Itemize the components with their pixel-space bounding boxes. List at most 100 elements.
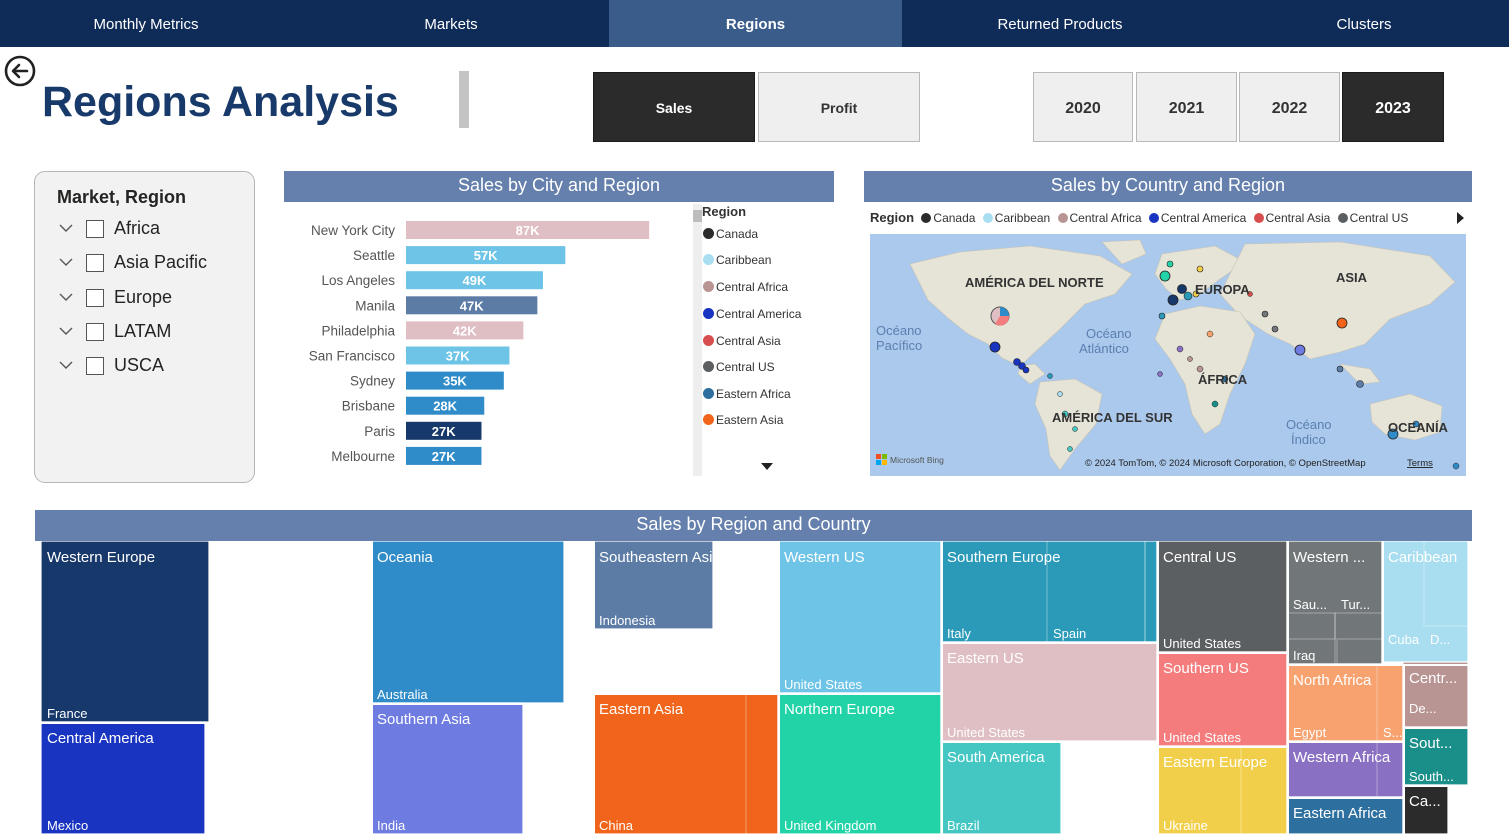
legend-dot bbox=[703, 228, 714, 239]
treemap-gutter bbox=[593, 693, 778, 695]
legend-item-caribbean[interactable]: Caribbean bbox=[703, 252, 771, 268]
treemap-country-label: Spain bbox=[1053, 626, 1086, 641]
legend-label: Eastern Africa bbox=[716, 387, 791, 401]
legend-item-central-us[interactable]: Central US bbox=[703, 359, 775, 375]
slicer-item-label: Asia Pacific bbox=[114, 252, 208, 272]
slicer-item-latam[interactable]: LATAM bbox=[57, 320, 247, 348]
map-legend-item-central-asia[interactable]: Central Asia bbox=[1253, 211, 1330, 225]
profit-button[interactable]: Profit bbox=[758, 72, 920, 142]
bar-data-label: 28K bbox=[433, 399, 457, 414]
legend-item-central-america[interactable]: Central America bbox=[703, 306, 801, 322]
sales-world-map[interactable]: AMÉRICA DEL NORTE EUROPA ASIA ÁFRICA AMÉ… bbox=[870, 234, 1466, 476]
year-2021-button[interactable]: 2021 bbox=[1136, 72, 1237, 142]
legend-scrollbar[interactable] bbox=[693, 204, 702, 476]
treemap-country-label: Brazil bbox=[947, 818, 980, 833]
treemap-country-label: S... bbox=[1383, 725, 1403, 740]
map-legend-item-caribbean[interactable]: Caribbean bbox=[982, 211, 1050, 225]
map-legend-item-central-africa[interactable]: Central Africa bbox=[1057, 211, 1142, 225]
map-terms-link[interactable]: Terms bbox=[1407, 458, 1433, 469]
treemap-region-label: Oceania bbox=[377, 549, 434, 566]
bar-category-label: Philadelphia bbox=[321, 323, 395, 338]
treemap-leaf[interactable] bbox=[209, 541, 370, 674]
year-2023-button[interactable]: 2023 bbox=[1342, 72, 1444, 142]
map-legend-item-canada[interactable]: Canada bbox=[921, 211, 975, 225]
map-legend-item-central-us[interactable]: Central US bbox=[1337, 211, 1408, 225]
chevron-down-icon[interactable] bbox=[59, 359, 73, 371]
treemap-region-label: Western Africa bbox=[1293, 749, 1391, 766]
treemap-gutter bbox=[1403, 785, 1468, 787]
checkbox[interactable] bbox=[86, 254, 104, 272]
slicer-item-europe[interactable]: Europe bbox=[57, 286, 247, 314]
checkbox[interactable] bbox=[86, 323, 104, 341]
tab-returned-products[interactable]: Returned Products bbox=[914, 0, 1206, 47]
slicer-item-africa[interactable]: Africa bbox=[57, 217, 247, 245]
chevron-down-icon[interactable] bbox=[59, 325, 73, 337]
bar-category-label: Los Angeles bbox=[321, 273, 395, 288]
treemap-country-label: India bbox=[377, 818, 406, 833]
bar-data-label: 57K bbox=[474, 248, 498, 263]
treemap-country-label: Iraq bbox=[1293, 648, 1315, 663]
legend-dot bbox=[921, 213, 932, 223]
checkbox[interactable] bbox=[86, 289, 104, 307]
treemap-country-label: France bbox=[47, 706, 87, 721]
map-label-europe: EUROPA bbox=[1195, 282, 1250, 297]
tab-regions[interactable]: Regions bbox=[609, 0, 902, 47]
map-attribution[interactable]: © 2024 TomTom, © 2024 Microsoft Corporat… bbox=[1085, 458, 1366, 469]
legend-item-eastern-asia[interactable]: Eastern Asia bbox=[703, 412, 783, 428]
year-2022-button[interactable]: 2022 bbox=[1239, 72, 1340, 142]
bar-category-label: Paris bbox=[364, 424, 395, 439]
slicer-item-label: Africa bbox=[114, 218, 161, 238]
treemap-region-label: South America bbox=[947, 749, 1045, 766]
treemap-gutter bbox=[1287, 541, 1289, 834]
bar-data-label: 37K bbox=[446, 349, 470, 364]
treemap-gutter bbox=[593, 629, 778, 631]
legend-item-central-asia[interactable]: Central Asia bbox=[703, 333, 781, 349]
back-arrow-icon[interactable] bbox=[4, 55, 36, 87]
map-legend-item-central-america[interactable]: Central America bbox=[1148, 211, 1246, 225]
legend-item-canada[interactable]: Canada bbox=[703, 226, 758, 242]
treemap-country-label: Australia bbox=[377, 687, 428, 702]
treemap-country-label: Italy bbox=[947, 626, 971, 641]
slicer-item-asia-pacific[interactable]: Asia Pacific bbox=[57, 251, 247, 279]
sales-button[interactable]: Sales bbox=[593, 72, 755, 142]
chevron-down-icon[interactable] bbox=[59, 256, 73, 268]
legend-scroll-thumb[interactable] bbox=[693, 210, 702, 222]
treemap-gutter bbox=[1061, 741, 1063, 834]
treemap-gutter bbox=[205, 722, 207, 834]
treemap-gutter bbox=[941, 741, 1157, 743]
checkbox[interactable] bbox=[86, 357, 104, 375]
treemap-region-label: Western Europe bbox=[47, 549, 155, 566]
treemap-country-label: D... bbox=[1430, 632, 1450, 647]
top-nav: Monthly Metrics Markets Regions Returned… bbox=[0, 0, 1509, 47]
chevron-down-icon[interactable] bbox=[59, 222, 73, 234]
legend-dot bbox=[703, 388, 714, 399]
tab-monthly-metrics[interactable]: Monthly Metrics bbox=[0, 0, 292, 47]
tab-clusters[interactable]: Clusters bbox=[1219, 0, 1509, 47]
legend-item-eastern-africa[interactable]: Eastern Africa bbox=[703, 386, 791, 402]
treemap-country-label: De... bbox=[1409, 701, 1436, 716]
chevron-down-icon[interactable] bbox=[59, 291, 73, 303]
bar-category-label: New York City bbox=[311, 223, 395, 238]
legend-item-central-africa[interactable]: Central Africa bbox=[703, 279, 788, 295]
treemap-country-label: United States bbox=[784, 677, 863, 692]
year-2020-button[interactable]: 2020 bbox=[1033, 72, 1133, 142]
treemap-region-label: Centr... bbox=[1409, 670, 1457, 687]
legend-scroll-down-icon[interactable] bbox=[761, 463, 773, 470]
treemap-gutter bbox=[1157, 541, 1159, 834]
slicer-item-label: USCA bbox=[114, 355, 165, 375]
treemap-gutter bbox=[941, 541, 943, 834]
legend-next-icon[interactable] bbox=[1457, 212, 1464, 224]
treemap-subdivision bbox=[745, 541, 779, 694]
checkbox[interactable] bbox=[86, 220, 104, 238]
map-label-south-america: AMÉRICA DEL SUR bbox=[1052, 410, 1173, 425]
bar-data-label: 49K bbox=[463, 273, 487, 288]
treemap-country-label: Germany bbox=[215, 658, 269, 673]
treemap-region-label: Southern US bbox=[1163, 660, 1249, 677]
treemap-country-label: Egypt bbox=[1293, 725, 1327, 740]
slicer-title: Market, Region bbox=[57, 187, 187, 207]
tab-markets[interactable]: Markets bbox=[305, 0, 597, 47]
slicer-item-usca[interactable]: USCA bbox=[57, 354, 247, 382]
legend-dot bbox=[982, 213, 993, 223]
legend-dot bbox=[1253, 213, 1264, 223]
treemap-gutter bbox=[371, 703, 593, 705]
